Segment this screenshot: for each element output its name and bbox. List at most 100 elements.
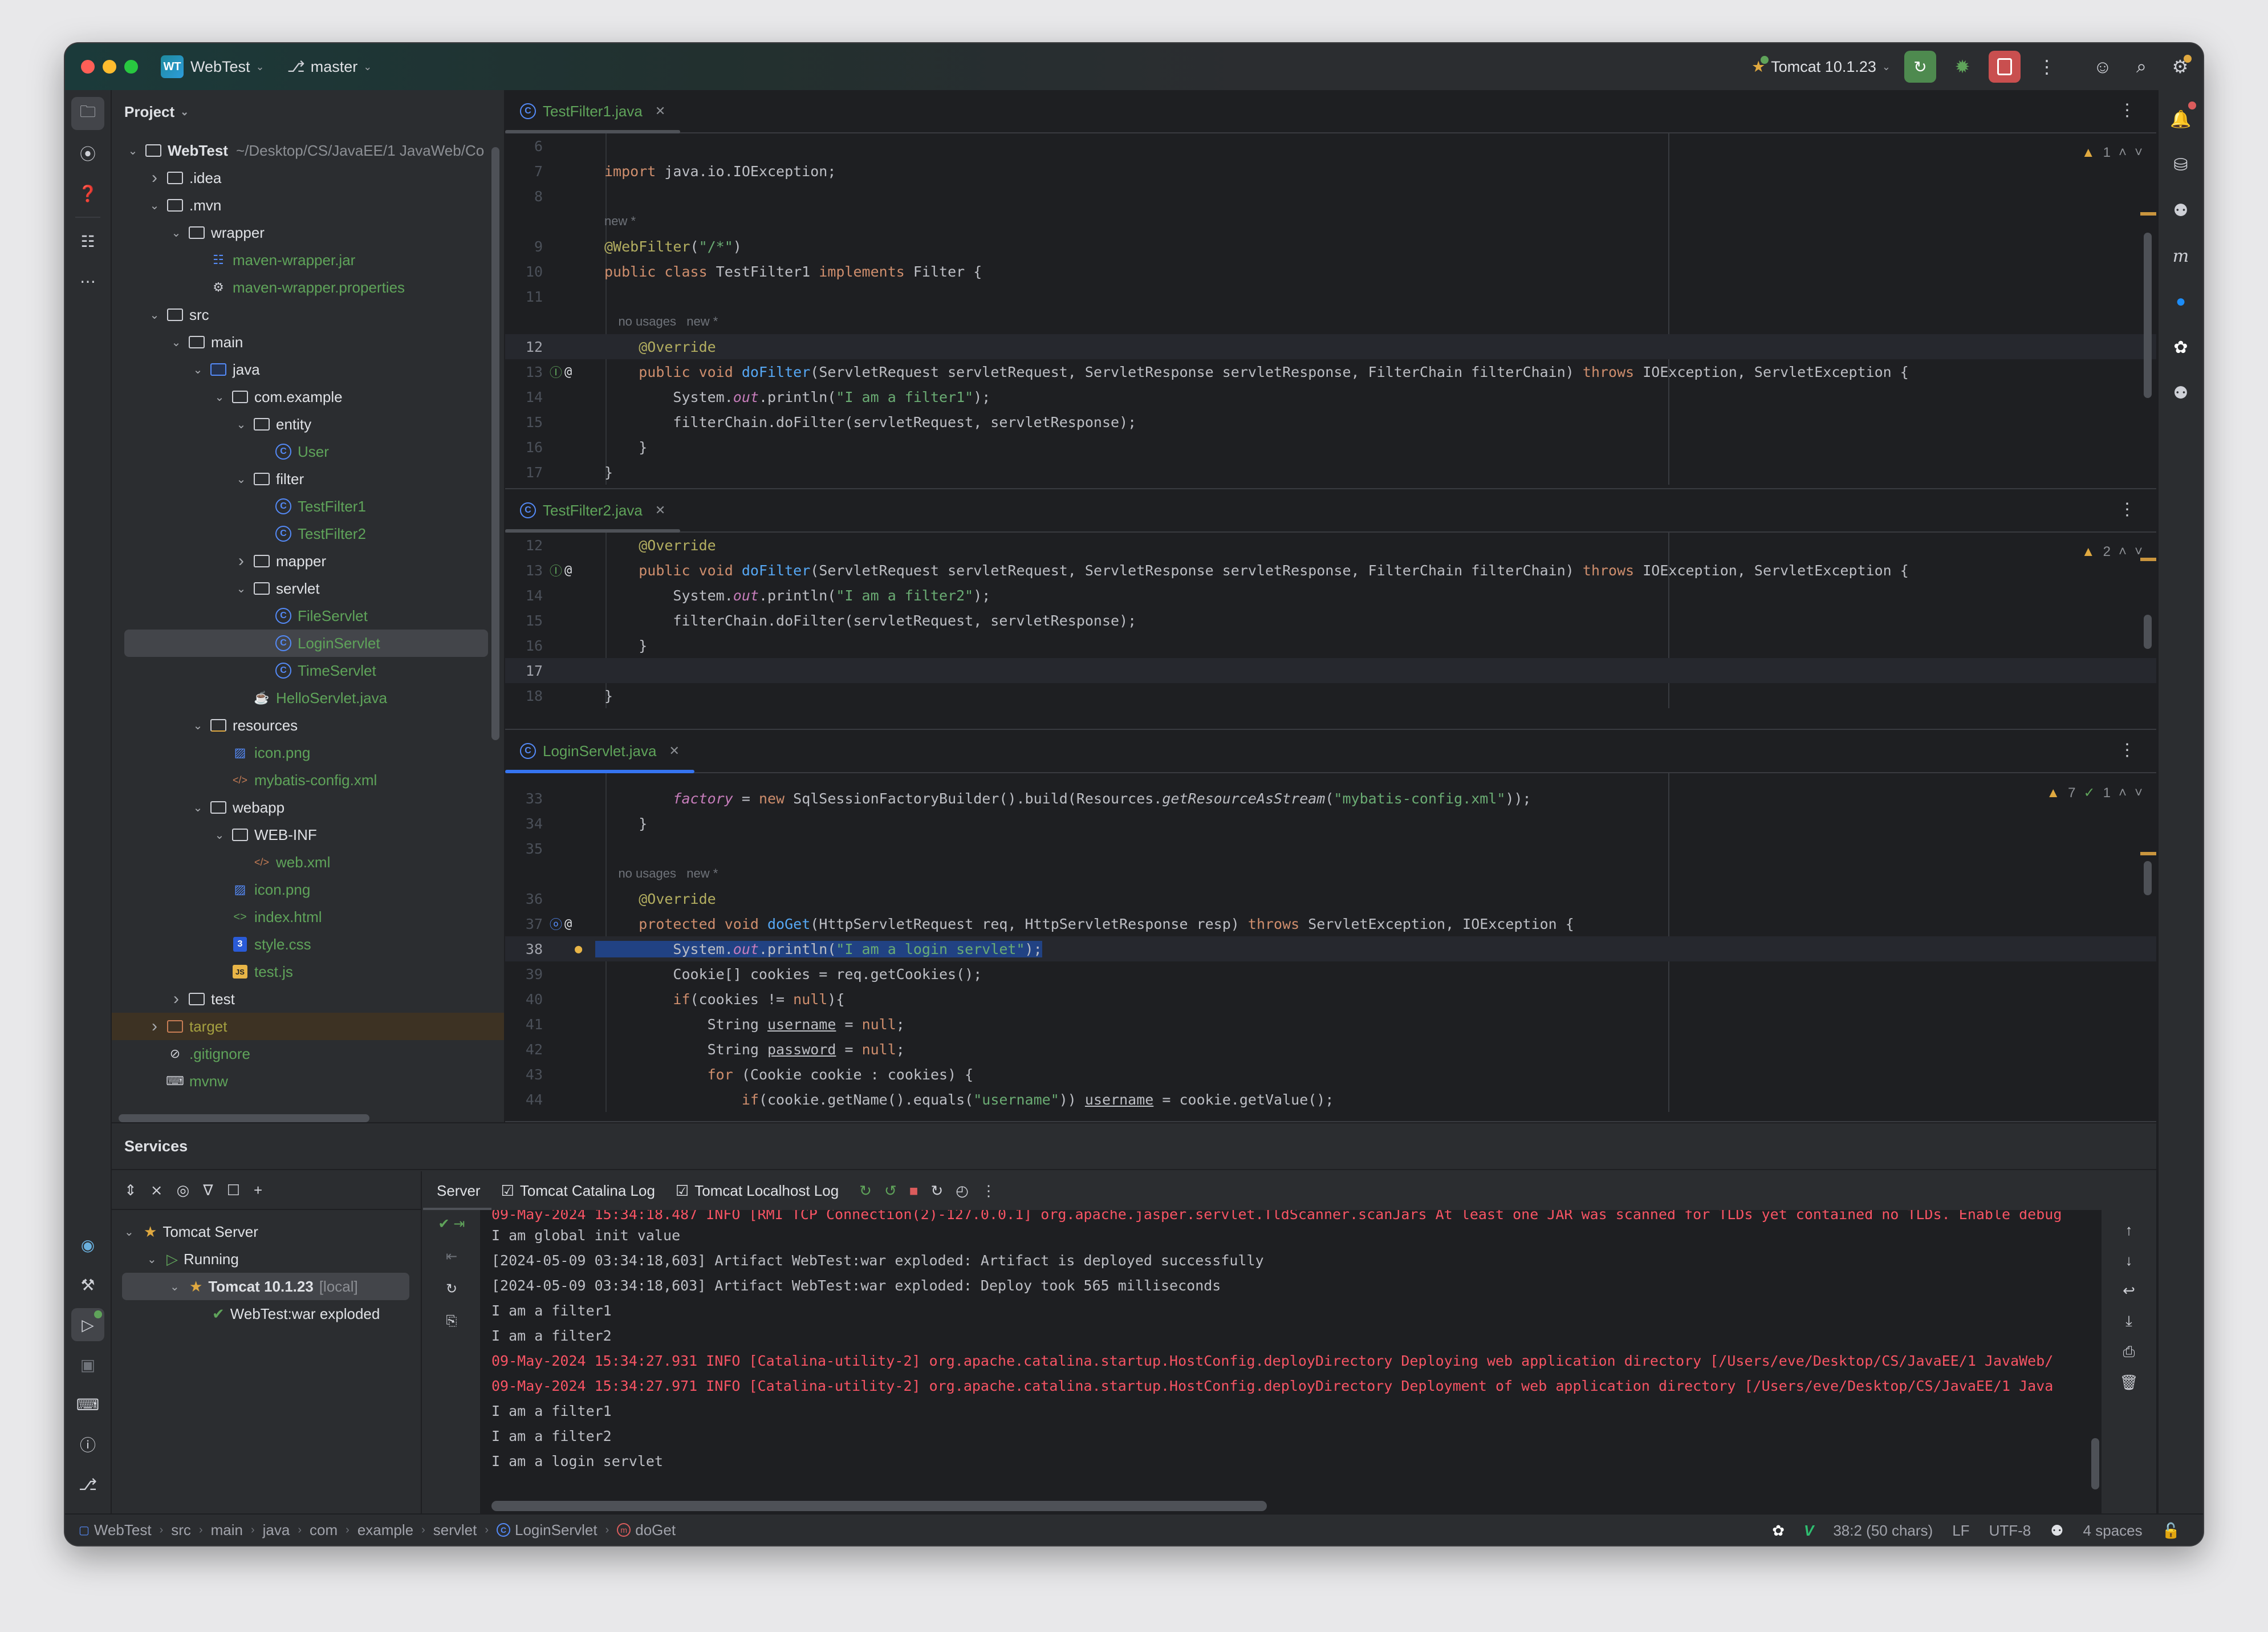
close-tab-icon[interactable]: ✕	[655, 104, 665, 119]
filter-icon[interactable]: ∇	[203, 1182, 213, 1199]
error-stripe-mark[interactable]	[2140, 852, 2156, 855]
chevron-down-icon[interactable]: ⌄	[209, 828, 230, 842]
file-encoding[interactable]: UTF-8	[1989, 1522, 2031, 1540]
breadcrumb-item[interactable]: com	[310, 1521, 338, 1539]
scroll-to-end-icon[interactable]: ⤓	[2125, 1312, 2132, 1330]
tree-item--gitignore[interactable]: ⊘ .gitignore	[112, 1040, 504, 1067]
chevron-down-icon[interactable]: ⌄	[230, 417, 252, 432]
tree-item-test[interactable]: › test	[112, 985, 504, 1013]
indent-setting[interactable]: 4 spaces	[2083, 1522, 2143, 1540]
console-output[interactable]: 09-May-2024 15:34:18.487 INFO [RMI TCP C…	[491, 1210, 2094, 1493]
refresh-icon[interactable]: ↻	[930, 1182, 943, 1200]
tree-item-java[interactable]: ⌄ java	[112, 356, 504, 383]
build-tool-button[interactable]: ⚒	[71, 1268, 104, 1301]
tree-item-entity[interactable]: ⌄ entity	[112, 411, 504, 438]
project-selector[interactable]: WebTest ⌄	[190, 58, 265, 76]
chevron-down-icon[interactable]: ⌄	[147, 1252, 161, 1266]
maximize-window-button[interactable]	[124, 60, 138, 74]
add-service-icon[interactable]: +	[254, 1182, 262, 1199]
settings-button[interactable]: ⚙	[2168, 55, 2193, 78]
database-button[interactable]: ⛁	[2164, 148, 2197, 181]
new-tab-icon[interactable]: ☐	[227, 1182, 240, 1199]
rerun-button[interactable]: ↻	[1904, 51, 1936, 83]
tree-item-maven-wrapper-properties[interactable]: ⚙ maven-wrapper.properties	[112, 274, 504, 301]
notifications-button[interactable]: 🔔	[2164, 102, 2197, 136]
more-actions-button[interactable]: ⋮	[2034, 56, 2059, 78]
tree-item-loginservlet[interactable]: C LoginServlet	[124, 630, 488, 657]
tree-item--idea[interactable]: › .idea	[112, 164, 504, 192]
tree-item-src[interactable]: ⌄ src	[112, 301, 504, 328]
tab-server[interactable]: Server	[437, 1182, 481, 1200]
tree-item-wrapper[interactable]: ⌄ wrapper	[112, 219, 504, 246]
tree-item-mapper[interactable]: › mapper	[112, 547, 504, 575]
chevron-right-icon[interactable]: ›	[230, 551, 252, 571]
tree-item-timeservlet[interactable]: C TimeServlet	[112, 657, 504, 684]
chatgpt-icon[interactable]: ✿	[1772, 1522, 1785, 1540]
inspection-widget[interactable]: ▲ 7 ✓ 1 ˄ ˅	[2046, 785, 2143, 801]
chat-button[interactable]: ●	[2164, 285, 2197, 318]
intention-bulb-icon[interactable]: ●	[575, 942, 582, 956]
terminal-tool-button[interactable]: ⌨	[71, 1388, 104, 1421]
tree-item-com-example[interactable]: ⌄ com.example	[112, 383, 504, 411]
implements-method-icon[interactable]: Ⓘ	[550, 363, 562, 381]
tree-item-fileservlet[interactable]: C FileServlet	[112, 602, 504, 630]
breadcrumb-item[interactable]: servlet	[433, 1521, 477, 1539]
code-area[interactable]: 33 factory = new SqlSessionFactoryBuilde…	[505, 773, 2156, 1112]
clear-icon[interactable]: 🗑	[2119, 1374, 2138, 1391]
editor-scrollbar[interactable]	[2144, 615, 2152, 649]
more-options-icon[interactable]: ⋮	[2119, 740, 2136, 760]
service-node[interactable]: ⌄ ★ Tomcat 10.1.23 [local]	[122, 1273, 409, 1300]
implements-method-icon[interactable]: Ⓘ	[550, 561, 562, 579]
ai-assistant-tool-button[interactable]: ❓	[71, 177, 104, 210]
tree-item--mvn[interactable]: ⌄ .mvn	[112, 192, 504, 219]
close-tab-icon[interactable]: ✕	[669, 744, 679, 758]
copilot-icon[interactable]: ⚉	[2050, 1522, 2063, 1540]
chevron-down-icon[interactable]: ⌄	[165, 335, 187, 350]
tree-item-servlet[interactable]: ⌄ servlet	[112, 575, 504, 602]
chevron-down-icon[interactable]: ⌄	[170, 1280, 184, 1294]
error-stripe-mark[interactable]	[2140, 558, 2156, 561]
next-highlight-icon[interactable]: ˅	[2135, 785, 2143, 801]
tree-item-icon-png[interactable]: ▨ icon.png	[112, 876, 504, 903]
tree-item-main[interactable]: ⌄ main	[112, 328, 504, 356]
annotation-icon[interactable]: @	[564, 365, 572, 379]
print-icon[interactable]: ⎙	[2123, 1343, 2135, 1361]
project-panel-header[interactable]: Project ⌄	[112, 90, 504, 133]
tree-item-resources[interactable]: ⌄ resources	[112, 712, 504, 739]
vim-icon[interactable]: V	[1804, 1522, 1814, 1540]
services-tool-button[interactable]: ▷	[71, 1308, 104, 1341]
project-tool-button[interactable]: 🗀	[71, 97, 104, 130]
inspection-widget[interactable]: ▲ 2 ˄ ˅	[2082, 544, 2143, 560]
unlock-icon[interactable]: 🔓	[2162, 1522, 2180, 1540]
caret-position[interactable]: 38:2 (50 chars)	[1833, 1522, 1933, 1540]
search-button[interactable]: ⌕	[2129, 56, 2154, 78]
console-hscrollbar[interactable]	[491, 1501, 1267, 1511]
tree-item-mvnw[interactable]: ⌨ mvnw	[112, 1067, 504, 1095]
breadcrumb-item[interactable]: example	[357, 1521, 413, 1539]
scroll-down-icon[interactable]: ↓	[2125, 1252, 2133, 1269]
update-app-icon[interactable]: ↻	[859, 1182, 872, 1200]
chevron-down-icon[interactable]: ⌄	[144, 308, 165, 322]
tree-item-index-html[interactable]: <> index.html	[112, 903, 504, 931]
more-icon[interactable]: ⋮	[981, 1182, 996, 1200]
editor-scrollbar[interactable]	[2144, 233, 2152, 398]
breadcrumb-item[interactable]: src	[171, 1521, 191, 1539]
breadcrumb-item[interactable]: main	[211, 1521, 243, 1539]
eye-icon[interactable]: ◎	[177, 1182, 190, 1199]
debug-rerun-icon[interactable]: ↺	[884, 1182, 897, 1200]
previous-highlight-icon[interactable]: ˄	[2119, 544, 2127, 560]
service-node[interactable]: ✔ WebTest:war exploded	[112, 1300, 421, 1327]
tree-item-maven-wrapper-jar[interactable]: ☷ maven-wrapper.jar	[112, 246, 504, 274]
tree-item-icon-png[interactable]: ▨ icon.png	[112, 739, 504, 766]
next-highlight-icon[interactable]: ˅	[2135, 145, 2143, 161]
chevron-down-icon[interactable]: ⌄	[230, 582, 252, 596]
deploy-ok-icon[interactable]: ✔ ⇥	[438, 1216, 465, 1232]
service-node[interactable]: ⌄ ▷ Running	[112, 1245, 421, 1273]
undeploy-icon[interactable]: ⇤	[446, 1248, 457, 1265]
redeploy-icon[interactable]: ↻	[446, 1281, 457, 1297]
gopher-plugin-button[interactable]: ◉	[71, 1228, 104, 1261]
more-options-icon[interactable]: ⋮	[2119, 500, 2136, 519]
code-area[interactable]: 6 7 import java.io.IOException; 8 new * 9 @Web…	[505, 133, 2156, 485]
tree-item-test-js[interactable]: JS test.js	[112, 958, 504, 985]
annotation-icon[interactable]: @	[564, 917, 572, 931]
